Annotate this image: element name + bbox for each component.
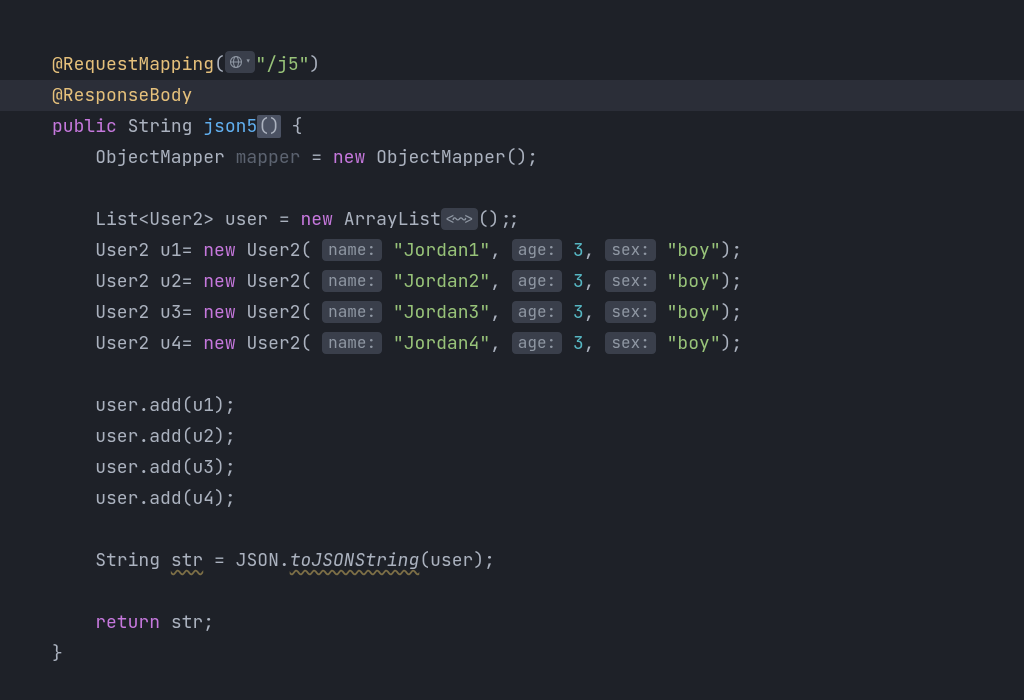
keyword: new — [300, 208, 332, 231]
param-hint: name: — [322, 301, 382, 323]
keyword: new — [203, 239, 235, 262]
param-hint: name: — [322, 270, 382, 292]
type: User2 — [246, 332, 300, 355]
method-call: add — [149, 487, 181, 510]
keyword: new — [203, 332, 235, 355]
type: User2 — [246, 270, 300, 293]
variable: u4 — [160, 332, 182, 355]
string-literal: "Jordan4" — [393, 332, 490, 355]
annotation: @RequestMapping — [52, 53, 214, 76]
param-hint: sex: — [605, 332, 655, 354]
type: User2 — [246, 301, 300, 324]
number-literal: 3 — [573, 332, 584, 355]
number-literal: 3 — [573, 301, 584, 324]
string-literal: "boy" — [667, 301, 721, 324]
variable: u2 — [192, 425, 214, 448]
param-hint: age: — [512, 270, 562, 292]
variable: user — [95, 394, 138, 417]
param-hint: sex: — [605, 301, 655, 323]
param-hint: age: — [512, 332, 562, 354]
method-call: toJSONString — [290, 549, 420, 572]
inlay-hint: <~> — [441, 208, 478, 230]
string-literal: "/j5" — [255, 53, 309, 76]
annotation: @ResponseBody — [52, 84, 192, 107]
type: String — [128, 115, 193, 138]
keyword: public — [52, 115, 117, 138]
variable: user — [430, 549, 473, 572]
variable: str — [171, 611, 203, 634]
variable: str — [171, 549, 203, 572]
string-literal: "Jordan2" — [393, 270, 490, 293]
unused-var: mapper — [236, 146, 301, 169]
type: JSON — [236, 549, 279, 572]
variable: user — [95, 425, 138, 448]
type: User2 — [95, 332, 149, 355]
param-hint: name: — [322, 332, 382, 354]
variable: user — [225, 208, 268, 231]
number-literal: 3 — [573, 239, 584, 262]
variable: u3 — [192, 456, 214, 479]
keyword: return — [95, 611, 160, 634]
variable: u1 — [192, 394, 214, 417]
string-literal: "boy" — [667, 270, 721, 293]
keyword: new — [203, 270, 235, 293]
string-literal: "boy" — [667, 332, 721, 355]
variable: u3 — [160, 301, 182, 324]
chevron-down-icon: ▾ — [245, 47, 252, 78]
method-call: add — [149, 394, 181, 417]
type: ArrayList — [344, 208, 441, 231]
type: ObjectMapper — [95, 146, 225, 169]
param-hint: name: — [322, 239, 382, 261]
method-call: add — [149, 425, 181, 448]
string-literal: "Jordan1" — [393, 239, 490, 262]
variable: user — [95, 456, 138, 479]
type: User2 — [95, 301, 149, 324]
param-hint: sex: — [605, 239, 655, 261]
code-editor[interactable]: @RequestMapping(▾"/j5") @ResponseBody pu… — [52, 18, 742, 700]
method-name: json5 — [203, 115, 257, 138]
variable: u1 — [160, 239, 182, 262]
number-literal: 3 — [573, 270, 584, 293]
type: ObjectMapper — [376, 146, 506, 169]
type: User2 — [246, 239, 300, 262]
type: String — [95, 549, 160, 572]
variable: u4 — [192, 487, 214, 510]
keyword: new — [203, 301, 235, 324]
param-hint: sex: — [605, 270, 655, 292]
lightbulb-icon[interactable] — [30, 53, 44, 67]
param-hint: age: — [512, 301, 562, 323]
variable: user — [95, 487, 138, 510]
type: User2 — [95, 239, 149, 262]
variable: u2 — [160, 270, 182, 293]
param-hint: age: — [512, 239, 562, 261]
string-literal: "Jordan3" — [393, 301, 490, 324]
keyword: new — [333, 146, 365, 169]
type: User2 — [149, 208, 203, 231]
globe-icon[interactable]: ▾ — [225, 51, 256, 73]
method-call: add — [149, 456, 181, 479]
type: List — [95, 208, 138, 231]
type: User2 — [95, 270, 149, 293]
string-literal: "boy" — [667, 239, 721, 262]
